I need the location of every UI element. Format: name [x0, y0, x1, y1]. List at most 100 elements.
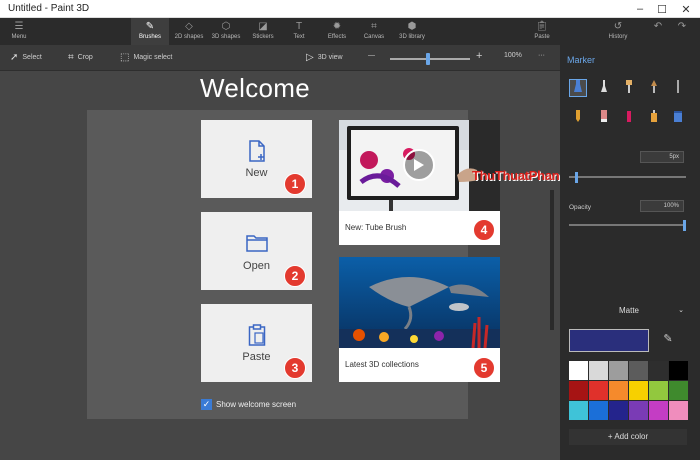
zoom-slider[interactable]	[390, 53, 470, 65]
palette-swatch[interactable]	[569, 401, 588, 420]
pixel-pen-brush[interactable]	[669, 79, 687, 97]
maximize-button[interactable]: ☐	[650, 0, 674, 18]
clipboard-icon: 📋︎	[535, 21, 549, 32]
play-icon[interactable]	[403, 149, 435, 181]
palette-swatch[interactable]	[609, 361, 628, 380]
sun-icon: ✹	[332, 21, 342, 32]
palette-swatch[interactable]	[589, 401, 608, 420]
eyedropper-icon[interactable]: ✎	[656, 332, 680, 350]
show-welcome-checkbox[interactable]: ✓ Show welcome screen	[201, 399, 296, 410]
marker-brush[interactable]	[569, 79, 587, 97]
tab-stickers[interactable]: ◪ Stickers	[246, 18, 280, 45]
step-badge-3: 3	[284, 357, 306, 379]
show-welcome-label: Show welcome screen	[216, 400, 297, 409]
magic-select-icon: ⬚	[120, 52, 130, 63]
toolbar: ➚ Select ⌗ Crop ⬚ Magic select ▷ 3D view — +…	[0, 45, 560, 71]
undo-icon: ↶	[653, 21, 663, 32]
zoom-in-button[interactable]: +	[476, 50, 482, 62]
opacity-slider-thumb[interactable]	[683, 220, 686, 231]
crayon-brush[interactable]	[620, 109, 638, 127]
folder-icon	[201, 234, 312, 257]
watercolor-icon	[648, 79, 660, 98]
tab-canvas[interactable]: ⌗ Canvas	[358, 18, 390, 45]
palette-swatch[interactable]	[589, 361, 608, 380]
select-tool[interactable]: ➚ Select	[10, 52, 42, 63]
menu-label: Menu	[11, 34, 27, 40]
opacity-input[interactable]: 100%	[640, 200, 684, 212]
checkmark-icon: ✓	[201, 399, 212, 410]
minimize-button[interactable]: –	[628, 0, 652, 18]
palette-swatch[interactable]	[649, 381, 668, 400]
pencil-brush[interactable]	[569, 109, 587, 127]
paste-label: Paste	[534, 34, 550, 40]
thickness-input[interactable]: 5px	[640, 151, 684, 163]
brush-icon: ✎	[145, 21, 155, 32]
watercolor-brush[interactable]	[645, 79, 663, 97]
palette-swatch[interactable]	[629, 401, 648, 420]
palette-swatch[interactable]	[589, 381, 608, 400]
canvas-icon: ⌗	[371, 21, 377, 32]
palette-swatch[interactable]	[649, 401, 668, 420]
hamburger-icon: ☰	[14, 21, 24, 32]
sticker-icon: ◪	[258, 21, 268, 32]
3d-view-toggle[interactable]: ▷ 3D view	[306, 52, 343, 63]
fill-bucket-brush[interactable]	[669, 109, 687, 127]
palette-swatch[interactable]	[669, 381, 688, 400]
magic-select-tool[interactable]: ⬚ Magic select	[120, 52, 172, 63]
tab-label: Effects	[327, 34, 347, 40]
welcome-title: Welcome	[200, 73, 310, 103]
oil-brush[interactable]	[620, 79, 638, 97]
zoom-out-button[interactable]: —	[368, 52, 375, 59]
selected-color-swatch[interactable]	[569, 329, 649, 352]
palette-swatch[interactable]	[629, 381, 648, 400]
redo-icon: ↷	[677, 21, 687, 32]
add-color-button[interactable]: + Add color	[569, 429, 687, 445]
3d-collections-image	[339, 257, 500, 348]
thickness-slider[interactable]	[569, 176, 686, 178]
zoom-value: 100%	[504, 52, 522, 59]
zoom-slider-thumb[interactable]	[426, 53, 430, 65]
calligraphy-pen-brush[interactable]	[595, 79, 613, 97]
tab-label: Canvas	[363, 34, 385, 40]
tab-label: Brushes	[138, 34, 161, 40]
history-icon: ↺	[613, 21, 623, 32]
opacity-slider[interactable]	[569, 224, 686, 226]
menu-button[interactable]: ☰ Menu	[6, 18, 32, 45]
palette-swatch[interactable]	[629, 361, 648, 380]
vertical-scrollbar[interactable]	[550, 190, 554, 330]
tab-2d-shapes[interactable]: ◇ 2D shapes	[170, 18, 208, 45]
history-button[interactable]: ↺ History	[602, 18, 634, 45]
tab-3d-shapes[interactable]: ⬡ 3D shapes	[208, 18, 244, 45]
palette-swatch[interactable]	[569, 361, 588, 380]
tab-label: Text	[293, 34, 305, 40]
undo-button[interactable]: ↶	[648, 18, 668, 45]
palette-swatch[interactable]	[649, 361, 668, 380]
3d-collections-caption: Latest 3D collections	[345, 360, 419, 369]
opacity-label: Opacity	[569, 204, 592, 211]
tab-text[interactable]: T Text	[284, 18, 314, 45]
tab-label: 2D shapes	[174, 34, 204, 40]
tab-label: 3D library	[399, 34, 425, 40]
more-icon: ···	[538, 52, 545, 59]
tab-brushes[interactable]: ✎ Brushes	[131, 18, 169, 45]
spray-can-icon	[648, 109, 660, 128]
palette-swatch[interactable]	[609, 401, 628, 420]
thickness-slider-thumb[interactable]	[574, 172, 578, 183]
color-palette	[569, 361, 688, 420]
eraser-icon	[598, 109, 610, 128]
tab-3d-library[interactable]: ⬢ 3D library	[394, 18, 430, 45]
palette-swatch[interactable]	[569, 381, 588, 400]
finish-dropdown[interactable]: Matte ⌄	[570, 303, 688, 319]
palette-swatch[interactable]	[609, 381, 628, 400]
paste-button[interactable]: 📋︎ Paste	[528, 18, 556, 45]
pixel-pen-icon	[672, 79, 684, 98]
close-button[interactable]: ✕	[674, 0, 698, 18]
tab-effects[interactable]: ✹ Effects	[322, 18, 352, 45]
spray-can-brush[interactable]	[645, 109, 663, 127]
redo-button[interactable]: ↷	[672, 18, 692, 45]
more-button[interactable]: ···	[538, 52, 545, 59]
crop-tool[interactable]: ⌗ Crop	[68, 52, 93, 63]
palette-swatch[interactable]	[669, 401, 688, 420]
palette-swatch[interactable]	[669, 361, 688, 380]
eraser-brush[interactable]	[595, 109, 613, 127]
